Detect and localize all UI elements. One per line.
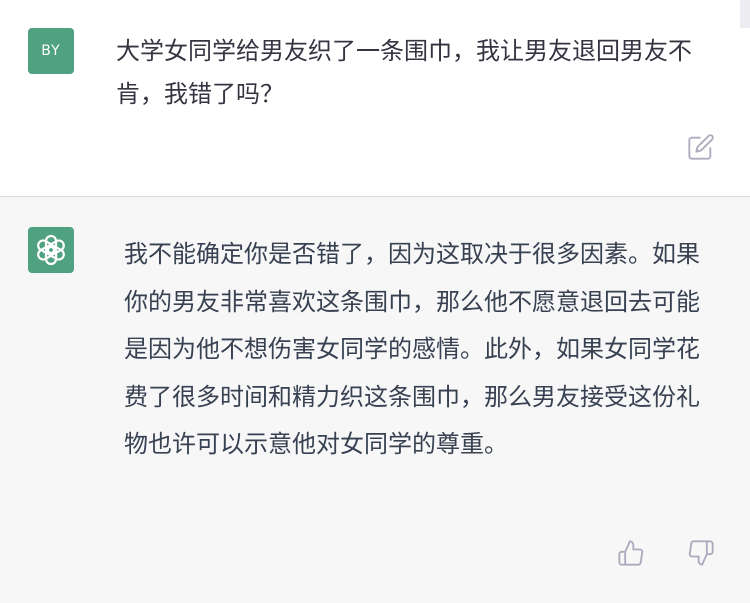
thumbs-down-icon — [688, 540, 714, 566]
assistant-message-text: 我不能确定你是否错了，因为这取决于很多因素。如果你的男友非常喜欢这条围巾，那么他… — [124, 240, 700, 458]
edit-icon — [688, 134, 714, 160]
thumbs-up-icon — [618, 540, 644, 566]
assistant-avatar — [28, 227, 74, 273]
openai-logo-icon — [37, 234, 65, 266]
scrollbar-edge[interactable] — [740, 0, 750, 28]
user-avatar: BY — [28, 28, 74, 74]
thumbs-up-button[interactable] — [616, 538, 646, 568]
thumbs-down-button[interactable] — [686, 538, 716, 568]
edit-button[interactable] — [686, 132, 716, 162]
user-avatar-initials: BY — [41, 43, 61, 59]
user-message-text: 大学女同学给男友织了一条围巾，我让男友退回男友不肯，我错了吗？ — [116, 37, 692, 108]
user-message-block: BY 大学女同学给男友织了一条围巾，我让男友退回男友不肯，我错了吗？ — [0, 0, 750, 197]
assistant-message-block: 我不能确定你是否错了，因为这取决于很多因素。如果你的男友非常喜欢这条围巾，那么他… — [0, 197, 750, 603]
